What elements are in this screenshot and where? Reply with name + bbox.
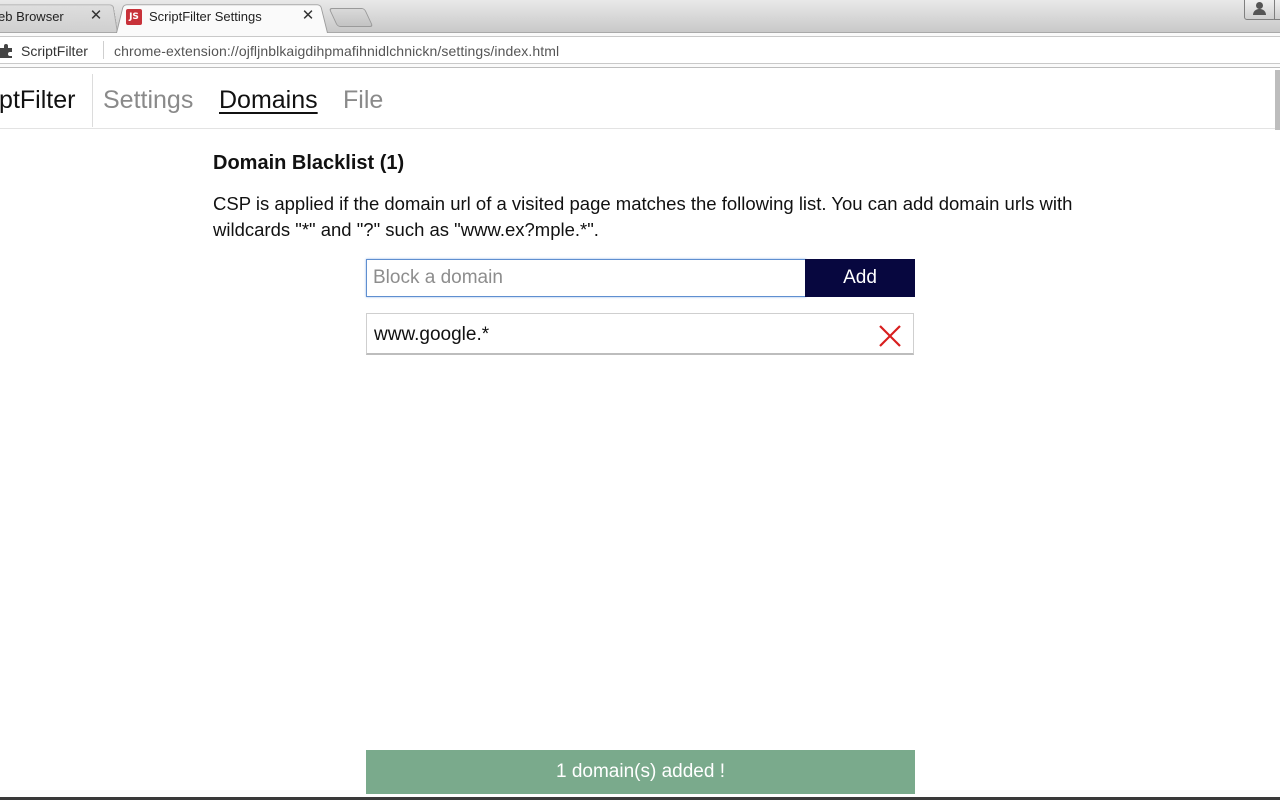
nav-file[interactable]: File: [343, 86, 383, 115]
domain-list-item: www.google.*: [366, 313, 914, 355]
block-domain-input[interactable]: [366, 259, 806, 297]
url-text[interactable]: chrome-extension://ojfljnblkaigdihpmafih…: [114, 43, 559, 59]
status-toast: 1 domain(s) added !: [366, 750, 915, 794]
navbar-divider: [92, 74, 93, 127]
scrollbar-thumb[interactable]: [1275, 70, 1280, 130]
extension-name: ScriptFilter: [21, 43, 88, 59]
new-tab-button[interactable]: [328, 8, 374, 27]
nav-domains[interactable]: Domains: [219, 86, 318, 115]
scriptfilter-favicon-icon: JS: [126, 9, 142, 25]
browser-tab-strip: eb Browser ✕ JS ScriptFilter Settings ✕: [0, 0, 1280, 33]
app-navbar: ScriptFilter Settings Domains File: [0, 70, 1280, 129]
puzzle-piece-icon: [0, 44, 12, 58]
address-bar: ScriptFilter chrome-extension://ojfljnbl…: [0, 33, 1280, 68]
add-domain-button[interactable]: Add: [805, 259, 915, 297]
user-head-icon: [1256, 2, 1263, 9]
domain-value: www.google.*: [374, 324, 490, 345]
browser-tab-web-browser[interactable]: eb Browser ✕: [0, 2, 118, 33]
tab-close-icon[interactable]: ✕: [299, 7, 317, 25]
user-body-icon: [1253, 9, 1266, 15]
tab-title: eb Browser: [0, 9, 64, 24]
tab-title: ScriptFilter Settings: [149, 9, 262, 24]
page-title: Domain Blacklist (1): [213, 152, 405, 174]
tab-close-icon[interactable]: ✕: [87, 7, 105, 25]
window-minimize-button[interactable]: [1274, 0, 1280, 20]
remove-domain-close-icon[interactable]: [877, 323, 903, 349]
nav-settings[interactable]: Settings: [103, 86, 193, 115]
omnibox-divider: [103, 41, 104, 59]
browser-tab-scriptfilter-settings[interactable]: JS ScriptFilter Settings ✕: [116, 2, 328, 33]
description-text: CSP is applied if the domain url of a vi…: [213, 193, 1073, 240]
user-profile-button[interactable]: [1244, 0, 1276, 20]
brand-title[interactable]: ScriptFilter: [0, 86, 75, 115]
